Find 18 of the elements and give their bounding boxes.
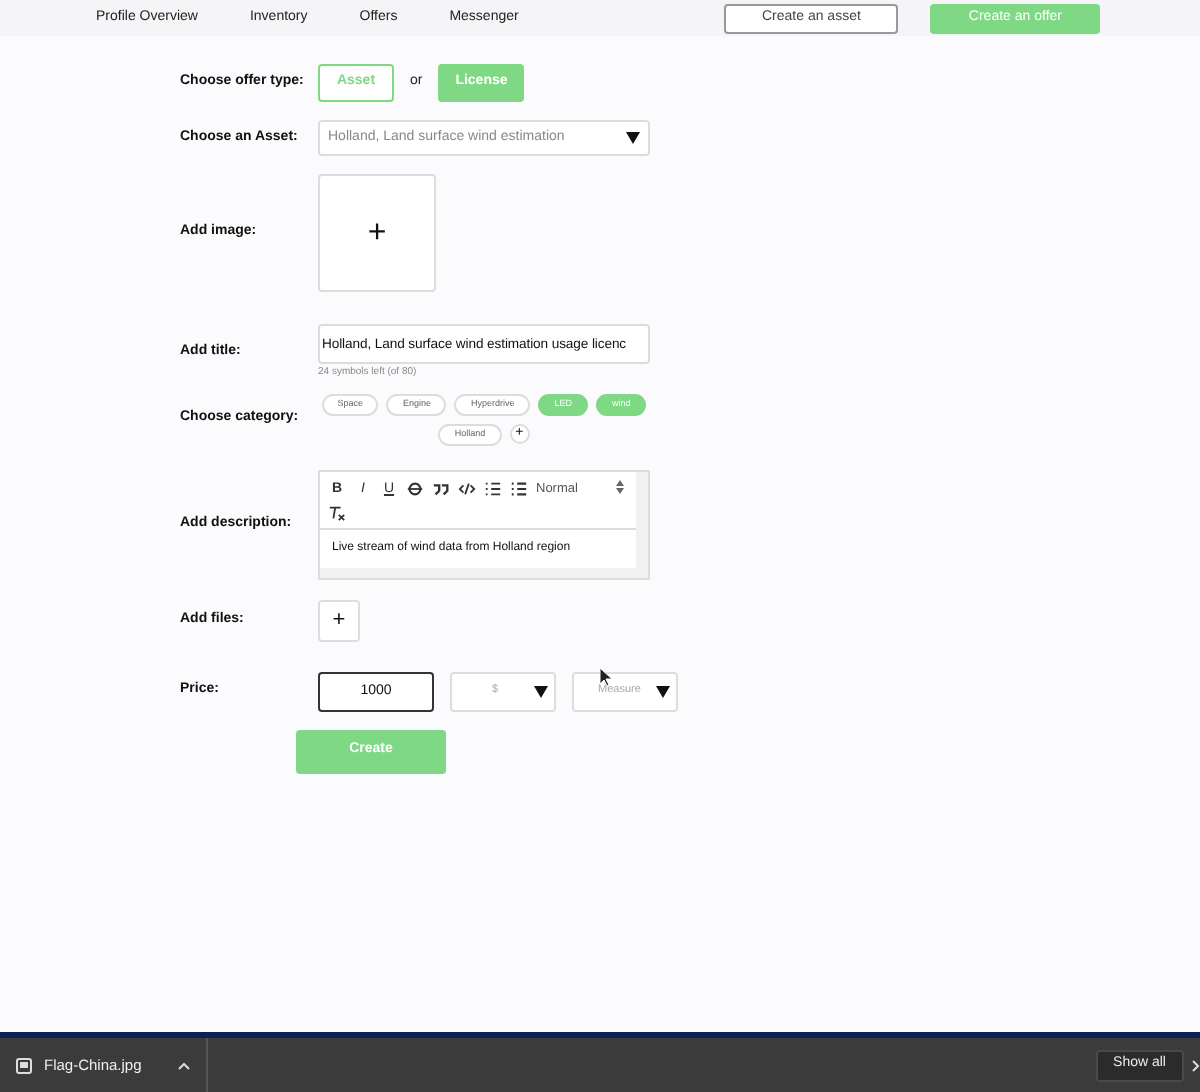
dropdown-arrow-icon (656, 685, 670, 697)
sort-arrows-icon (616, 479, 624, 494)
add-file-button[interactable]: + (318, 599, 360, 641)
strikethrough-icon[interactable] (406, 480, 424, 499)
add-image-button[interactable]: + (318, 174, 436, 292)
horizontal-scrollbar[interactable] (320, 567, 636, 577)
quote-icon[interactable] (432, 480, 450, 499)
image-file-icon (16, 1057, 32, 1073)
dropdown-arrow-icon (534, 685, 548, 697)
cursor-icon (600, 668, 612, 686)
dropdown-arrow-icon (626, 132, 640, 144)
caret-up-icon[interactable] (178, 1061, 190, 1069)
clear-format-icon[interactable] (328, 504, 346, 523)
vertical-scrollbar[interactable] (636, 471, 648, 577)
chevron-right-icon[interactable] (1192, 1059, 1200, 1071)
numbered-list-icon[interactable] (484, 480, 502, 499)
code-icon[interactable] (458, 480, 476, 499)
bullet-list-icon[interactable] (510, 480, 528, 499)
